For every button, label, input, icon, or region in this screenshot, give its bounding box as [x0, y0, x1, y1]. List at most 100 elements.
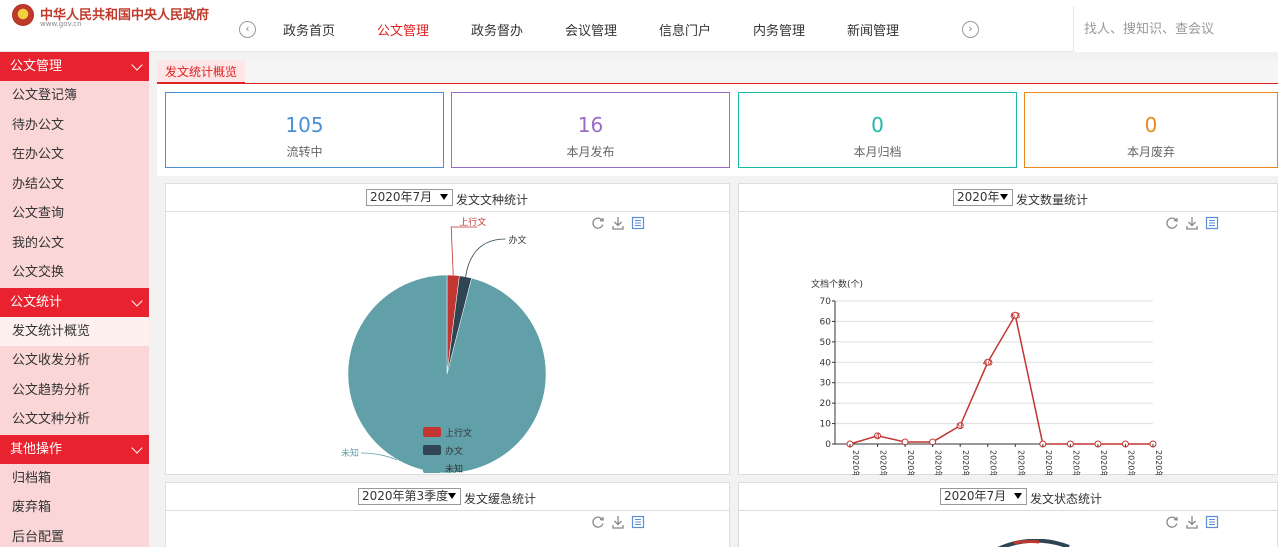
sidebar-item-in-progress[interactable]: 在办公文 [0, 140, 149, 170]
stat-value: 16 [577, 113, 604, 137]
panel-header: 2020年第3季度 发文缓急统计 [166, 483, 729, 511]
month-select[interactable]: 2020年7月 [366, 189, 453, 206]
stat-value: 0 [871, 113, 884, 137]
y-tick-label-50: 50 [820, 338, 832, 348]
nav-item-meetings[interactable]: 会议管理 [544, 20, 638, 39]
logo-subtitle: www.gov.cn [40, 20, 82, 28]
line-chart: 文档个数(个) 0 10 20 30 40 50 60 70 2020年1月 4 2020年2月 202… [811, 278, 1164, 475]
chart-toolbox [1165, 515, 1225, 531]
panel-title: 发文缓急统计 [464, 492, 537, 506]
refresh-icon[interactable] [1165, 515, 1179, 529]
stat-card-archived-this-month[interactable]: 0 本月归档 [738, 92, 1017, 168]
x-tick-label-7: 2020年8月 [1044, 450, 1054, 475]
y-axis-title: 文档个数(个) [811, 278, 863, 290]
year-select[interactable]: 2020年 [953, 189, 1013, 206]
sidebar-section-other[interactable]: 其他操作 [0, 434, 149, 464]
sidebar-item-admin-config[interactable]: 后台配置 [0, 523, 149, 547]
status-pie-top [997, 539, 1070, 547]
x-tick-label-9: 2020年10月 [1099, 450, 1109, 475]
sidebar-item-archive[interactable]: 归档箱 [0, 464, 149, 494]
dropdown-arrow-icon [1014, 493, 1022, 499]
y-tick-label-70: 70 [820, 297, 832, 307]
panel-header: 2020年7月 发文状态统计 [739, 483, 1277, 511]
x-tick-label-1: 2020年2月 [879, 450, 889, 475]
dropdown-arrow-icon [440, 194, 448, 200]
sidebar-item-my-documents[interactable]: 我的公文 [0, 229, 149, 259]
sidebar-item-query[interactable]: 公文查询 [0, 199, 149, 229]
nav-item-document-management[interactable]: 公文管理 [356, 20, 450, 39]
refresh-icon[interactable] [591, 515, 605, 529]
panel-status: 2020年7月 发文状态统计 [738, 482, 1278, 547]
stat-label: 本月发布 [566, 145, 615, 159]
data-label-1: 4 [875, 432, 880, 441]
sidebar: 公文管理 公文登记簿 待办公文 在办公文 办结公文 公文查询 我的公文 公文交换… [0, 52, 149, 547]
month-select[interactable]: 2020年7月 [940, 488, 1027, 505]
nav-item-news[interactable]: 新闻管理 [826, 20, 920, 39]
y-tick-label-60: 60 [820, 317, 832, 327]
select-value: 2020年 [957, 190, 1000, 204]
x-tick-label-3: 2020年4月 [934, 450, 944, 475]
sidebar-section-statistics[interactable]: 公文统计 [0, 287, 149, 317]
data-label-5: 40 [983, 358, 993, 367]
nav-item-home[interactable]: 政务首页 [262, 20, 356, 39]
x-tick-label-8: 2020年9月 [1071, 450, 1081, 475]
nav-next-button[interactable]: › [962, 21, 979, 38]
stat-label: 本月废弃 [1126, 145, 1175, 159]
nav-item-supervision[interactable]: 政务督办 [450, 20, 544, 39]
legend-swatch-2 [423, 463, 441, 473]
data-view-icon[interactable] [1205, 515, 1219, 529]
sidebar-section-title: 其他操作 [10, 441, 63, 457]
panel-urgency: 2020年第3季度 发文缓急统计 [165, 482, 730, 547]
panel-title: 发文数量统计 [1016, 193, 1089, 207]
x-tick-label-0: 2020年1月 [851, 450, 861, 475]
sidebar-item-pending[interactable]: 待办公文 [0, 111, 149, 141]
data-label-6: 63 [1010, 311, 1020, 320]
download-icon[interactable] [611, 515, 625, 529]
stat-label: 流转中 [286, 145, 323, 159]
sidebar-item-completed[interactable]: 办结公文 [0, 170, 149, 200]
data-view-icon[interactable] [631, 515, 645, 529]
series-line [849, 313, 1153, 445]
pie-label-line-1 [465, 238, 506, 277]
panel-header: 2020年7月 发文文种统计 [166, 184, 729, 212]
nav-item-internal-affairs[interactable]: 内务管理 [732, 20, 826, 39]
sidebar-item-register[interactable]: 公文登记簿 [0, 81, 149, 111]
y-tick-label-0: 0 [825, 440, 831, 450]
nav-prev-button[interactable]: ‹ [239, 21, 256, 38]
x-tick-label-11: 2020年12月 [1154, 450, 1164, 475]
stat-card-published-this-month[interactable]: 16 本月发布 [451, 92, 730, 168]
sidebar-item-type-analysis[interactable]: 公文文种分析 [0, 405, 149, 435]
pie-label-1: 办文 [509, 234, 527, 246]
sidebar-item-overview[interactable]: 发文统计概览 [0, 316, 149, 346]
data-label-4: 9 [958, 422, 963, 431]
stat-card-discarded-this-month[interactable]: 0 本月废弃 [1024, 92, 1278, 168]
panel-header: 2020年 发文数量统计 [739, 184, 1277, 212]
chevron-down-icon [131, 59, 143, 71]
pie-label-0: 上行文 [459, 216, 486, 228]
download-icon[interactable] [1185, 515, 1199, 529]
tab-overview[interactable]: 发文统计概览 [157, 60, 246, 84]
search-input[interactable] [1074, 6, 1278, 52]
sidebar-item-trend-analysis[interactable]: 公文趋势分析 [0, 376, 149, 406]
legend-swatch-1 [423, 445, 441, 455]
chevron-down-icon [131, 294, 143, 307]
quarter-select[interactable]: 2020年第3季度 [358, 488, 461, 505]
tab-bar: 发文统计概览 [157, 60, 1278, 84]
panel-title: 发文文种统计 [456, 193, 529, 207]
sidebar-item-send-receive-analysis[interactable]: 公文收发分析 [0, 346, 149, 376]
pie-label-2: 未知 [341, 447, 359, 459]
national-emblem-icon [12, 4, 34, 26]
panel-document-count: 2020年 发文数量统计 文档个数(个) 0 10 20 30 40 50 60 70 2020年… [738, 183, 1278, 475]
nav-item-info-portal[interactable]: 信息门户 [638, 20, 732, 39]
legend-label-0: 上行文 [445, 427, 472, 439]
pie-slice-2 [347, 274, 547, 474]
sidebar-item-exchange[interactable]: 公文交换 [0, 258, 149, 288]
dropdown-arrow-icon [1000, 194, 1008, 200]
sidebar-section-document-management[interactable]: 公文管理 [0, 52, 149, 81]
x-tick-label-5: 2020年6月 [989, 450, 999, 475]
legend-swatch-0 [423, 427, 441, 437]
sidebar-item-trash[interactable]: 废弃箱 [0, 493, 149, 523]
stat-card-in-circulation[interactable]: 105 流转中 [165, 92, 444, 168]
legend-label-1: 办文 [445, 445, 463, 457]
top-header: 中华人民共和国中央人民政府 www.gov.cn ‹ 政务首页 公文管理 政务督… [0, 0, 1278, 52]
